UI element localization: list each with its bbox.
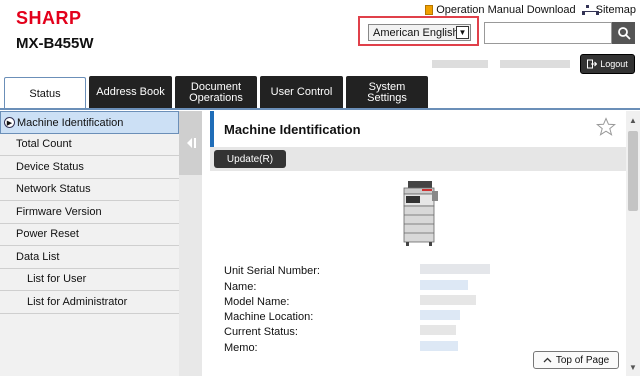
scroll-up-arrow[interactable]: ▲ [626, 113, 640, 127]
sidebar: ▶ Machine Identification Total Count Dev… [0, 111, 179, 376]
sidebar-item-label: Network Status [16, 183, 91, 195]
user-info-blurred [500, 60, 570, 68]
sidebar-item-label: Total Count [16, 138, 72, 150]
tab-document-operations[interactable]: Document Operations [175, 76, 257, 109]
logout-label: Logout [600, 59, 628, 69]
field-label-model-name: Model Name: [224, 296, 290, 308]
field-value-blurred [420, 280, 468, 290]
chevron-up-icon [543, 357, 552, 363]
sitemap-link[interactable]: Sitemap [581, 4, 636, 16]
web-page: SHARP MX-B455W Operation Manual Download… [0, 0, 640, 376]
sidebar-item-network-status[interactable]: Network Status [0, 178, 179, 201]
field-value-blurred [420, 325, 456, 335]
tab-system-settings[interactable]: System Settings [346, 76, 428, 109]
field-label-memo: Memo: [224, 342, 258, 354]
field-label-machine-location: Machine Location: [224, 311, 314, 323]
tab-document-operations-label: Document Operations [189, 80, 243, 104]
sidebar-item-label: List for User [27, 273, 87, 285]
field-label-current-status: Current Status: [224, 326, 298, 338]
field-value-blurred [420, 310, 460, 320]
sidebar-item-label: Machine Identification [17, 116, 124, 129]
field-value-blurred [420, 341, 458, 351]
field-value-blurred [420, 264, 490, 274]
collapse-left-icon [186, 138, 196, 148]
sitemap-icon [581, 5, 599, 15]
scroll-thumb[interactable] [628, 131, 638, 211]
sidebar-item-label: Data List [16, 251, 60, 263]
tab-address-book[interactable]: Address Book [89, 76, 172, 109]
sidebar-item-total-count[interactable]: Total Count [0, 133, 179, 156]
printer-image [403, 181, 438, 246]
field-label-unit-serial-number: Unit Serial Number: [224, 265, 320, 277]
sidebar-item-data-list[interactable]: Data List [0, 246, 179, 269]
sidebar-item-label: List for Administrator [27, 296, 128, 308]
sidebar-item-label: Device Status [16, 161, 84, 173]
sidebar-item-power-reset[interactable]: Power Reset [0, 223, 179, 246]
sidebar-collapse-button[interactable] [179, 111, 202, 175]
field-value-blurred [420, 295, 476, 305]
top-of-page-label: Top of Page [555, 354, 610, 366]
language-selected-value: American English [373, 26, 459, 39]
language-select[interactable]: American English ▼ [368, 24, 471, 41]
chevron-right-circle-icon: ▶ [4, 117, 15, 128]
page-title: Machine Identification [224, 121, 361, 137]
sidebar-item-machine-identification[interactable]: ▶ Machine Identification [0, 111, 179, 134]
operation-manual-link[interactable]: Operation Manual Download [425, 4, 576, 16]
sidebar-item-label: Firmware Version [16, 206, 102, 218]
tab-status-label: Status [29, 87, 61, 100]
sidebar-item-device-status[interactable]: Device Status [0, 156, 179, 179]
search-icon [617, 27, 631, 40]
sidebar-collapse-tray [179, 175, 202, 376]
vertical-scrollbar[interactable]: ▲ ▼ [626, 111, 640, 376]
main-content: Machine Identification Update(R) Unit Se… [210, 111, 626, 376]
tab-underline [0, 108, 640, 110]
main-tabs: Status Address Book Document Operations … [0, 76, 640, 110]
sidebar-item-list-for-administrator[interactable]: List for Administrator [0, 291, 179, 314]
sidebar-item-list-for-user[interactable]: List for User [0, 268, 179, 291]
sidebar-item-firmware-version[interactable]: Firmware Version [0, 201, 179, 224]
update-button-label: Update(R) [226, 153, 274, 165]
field-label-name: Name: [224, 281, 257, 293]
sitemap-label: Sitemap [595, 4, 636, 16]
star-icon[interactable] [596, 117, 616, 137]
tab-user-control[interactable]: User Control [260, 76, 343, 109]
page-title-bar: Machine Identification [210, 111, 626, 147]
toolbar: Update(R) [210, 147, 626, 171]
sharp-logo: SHARP [16, 8, 82, 28]
update-button[interactable]: Update(R) [214, 150, 286, 168]
logout-button[interactable]: Logout [580, 54, 635, 74]
tab-user-control-label: User Control [270, 86, 333, 98]
chevron-down-icon: ▼ [456, 26, 469, 39]
tab-status[interactable]: Status [4, 77, 86, 110]
tab-system-settings-label: System Settings [367, 80, 407, 104]
search-input[interactable] [484, 22, 612, 44]
book-icon [425, 5, 434, 15]
scroll-down-arrow[interactable]: ▼ [626, 360, 640, 374]
user-info-blurred [432, 60, 488, 68]
sidebar-item-label: Power Reset [16, 228, 79, 240]
top-of-page-button[interactable]: Top of Page [533, 351, 619, 369]
operation-manual-label: Operation Manual Download [436, 4, 576, 16]
search-button[interactable] [612, 22, 635, 44]
logout-icon [587, 59, 598, 69]
top-links: Operation Manual Download Sitemap [425, 4, 636, 16]
tab-address-book-label: Address Book [96, 86, 165, 98]
model-name: MX-B455W [16, 35, 94, 52]
